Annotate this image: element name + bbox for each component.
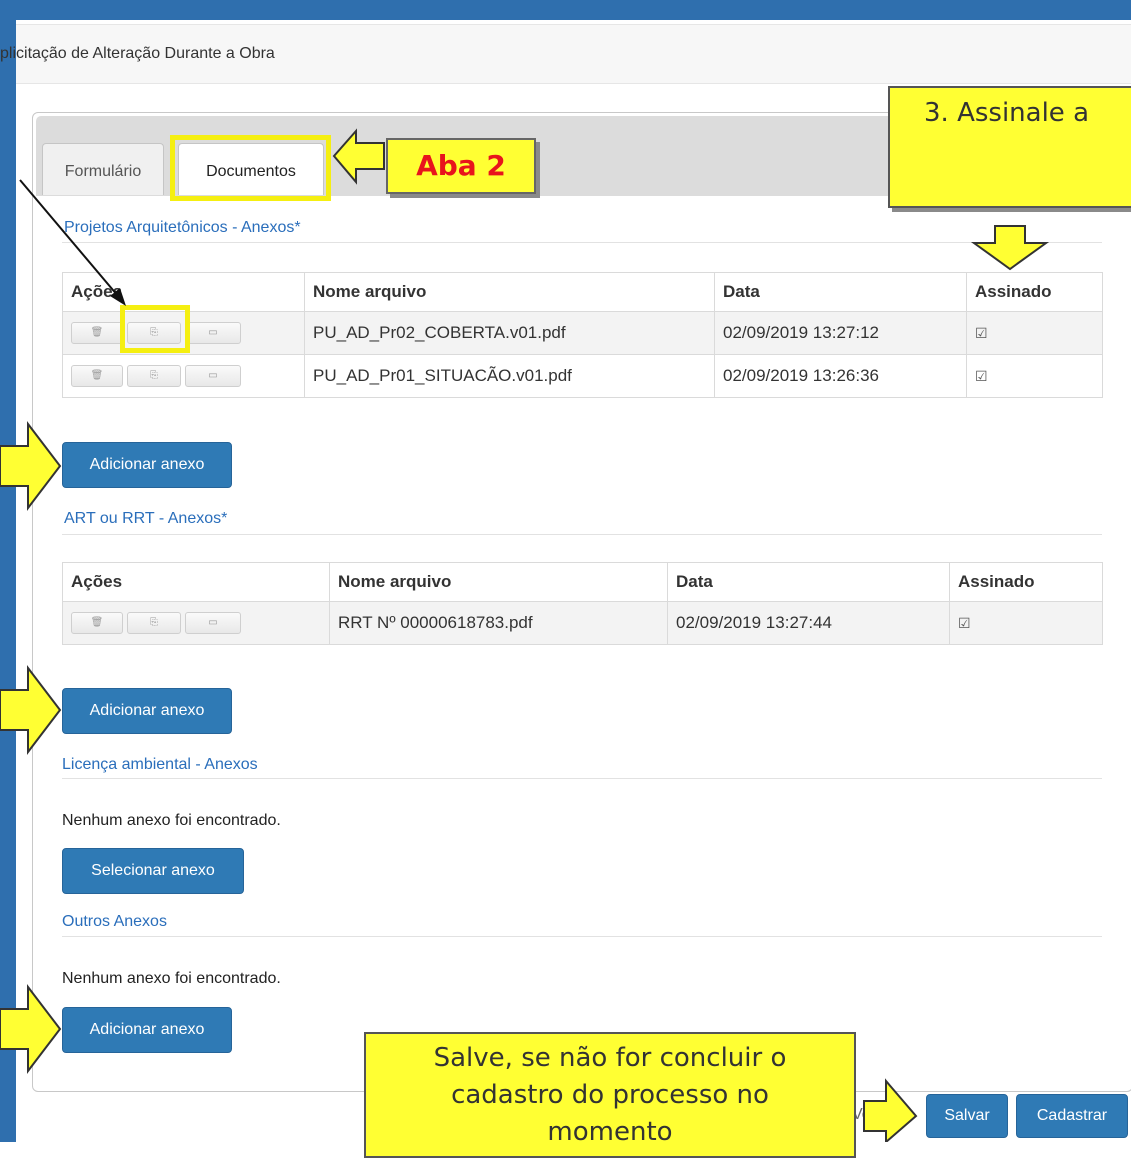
column-header-data: Data	[714, 272, 967, 312]
column-header-nome: Nome arquivo	[329, 562, 668, 602]
table-header-row: Ações Nome arquivo Data Assinado	[62, 272, 1103, 312]
checkbox-checked-icon: ☑	[975, 368, 988, 384]
view-button[interactable]: ▭	[185, 612, 241, 634]
assinado-cell: ☑	[966, 354, 1103, 398]
column-header-data: Data	[667, 562, 950, 602]
tab-formulario[interactable]: Formulário	[42, 143, 164, 195]
aba2-callout: Aba 2	[386, 138, 536, 194]
section-title-art: ART ou RRT - Anexos*	[64, 510, 228, 527]
save-callout-line3: momento	[547, 1117, 673, 1147]
add-attachment-button-outros[interactable]: Adicionar anexo	[62, 1007, 232, 1053]
save-callout: Salve, se não for concluir o cadastro do…	[364, 1032, 856, 1158]
delete-button[interactable]: 🗑	[71, 365, 123, 387]
assinale-text: 3. Assinale a	[924, 98, 1090, 128]
file-date: 02/09/2019 13:27:12	[714, 311, 967, 355]
select-attachment-button-licenca[interactable]: Selecionar anexo	[62, 848, 244, 894]
section-title-licenca: Licença ambiental - Anexos	[62, 756, 258, 773]
add-attachment-button-projetos[interactable]: Adicionar anexo	[62, 442, 232, 488]
view-button[interactable]: ▭	[185, 365, 241, 387]
assinado-cell: ☑	[966, 311, 1103, 355]
delete-button[interactable]: 🗑	[71, 322, 123, 344]
empty-message-outros: Nenhum anexo foi encontrado.	[62, 970, 281, 987]
page-title: plicitação de Alteração Durante a Obra	[0, 45, 275, 62]
section-divider	[62, 936, 1102, 937]
register-button[interactable]: Cadastrar	[1016, 1094, 1128, 1138]
column-header-acoes: Ações	[62, 562, 330, 602]
aba2-text: Aba 2	[416, 149, 506, 182]
sign-document-icon: ⎘	[150, 370, 158, 381]
actions-cell: 🗑 ⎘ ▭	[62, 601, 330, 645]
table-header-row: Ações Nome arquivo Data Assinado	[62, 562, 1103, 602]
file-date: 02/09/2019 13:27:44	[667, 601, 950, 645]
actions-cell: 🗑 ⎘ ▭	[62, 354, 305, 398]
file-name: RRT Nº 00000618783.pdf	[329, 601, 668, 645]
tab-highlight-box	[170, 135, 331, 201]
section-divider	[62, 534, 1102, 535]
window-frame-top	[0, 0, 1131, 20]
file-name: PU_AD_Pr02_COBERTA.v01.pdf	[304, 311, 715, 355]
table-row: 🗑 ⎘ ▭ PU_AD_Pr01_SITUACÃO.v01.pdf 02/09/…	[62, 354, 1103, 398]
table-row: 🗑 ⎘ ▭ PU_AD_Pr02_COBERTA.v01.pdf 02/09/2…	[62, 311, 1103, 355]
sign-button[interactable]: ⎘	[127, 612, 181, 634]
section-title-outros: Outros Anexos	[62, 913, 167, 930]
delete-button[interactable]: 🗑	[71, 612, 123, 634]
art-table: Ações Nome arquivo Data Assinado 🗑 ⎘ ▭ R…	[62, 562, 1103, 645]
column-header-assinado: Assinado	[966, 272, 1103, 312]
table-row: 🗑 ⎘ ▭ RRT Nº 00000618783.pdf 02/09/2019 …	[62, 601, 1103, 645]
trash-icon: 🗑	[90, 327, 104, 338]
save-callout-line1: Salve, se não for concluir o	[433, 1043, 787, 1073]
assinado-cell: ☑	[949, 601, 1103, 645]
section-divider	[62, 242, 1102, 243]
view-icon: ▭	[208, 327, 218, 338]
column-header-assinado: Assinado	[949, 562, 1103, 602]
trash-icon: 🗑	[90, 617, 104, 628]
sign-button-highlight	[120, 305, 190, 353]
window-frame-left	[0, 0, 16, 1142]
save-button[interactable]: Salvar	[926, 1094, 1008, 1138]
sign-button[interactable]: ⎘	[127, 365, 181, 387]
file-name: PU_AD_Pr01_SITUACÃO.v01.pdf	[304, 354, 715, 398]
column-header-nome: Nome arquivo	[304, 272, 715, 312]
sign-document-icon: ⎘	[150, 617, 158, 628]
view-button[interactable]: ▭	[185, 322, 241, 344]
checkbox-checked-icon: ☑	[958, 615, 971, 631]
file-date: 02/09/2019 13:26:36	[714, 354, 967, 398]
projetos-table: Ações Nome arquivo Data Assinado 🗑 ⎘ ▭ P…	[62, 272, 1103, 398]
checkbox-checked-icon: ☑	[975, 325, 988, 341]
assinale-callout: 3. Assinale a	[888, 86, 1131, 208]
add-attachment-button-art[interactable]: Adicionar anexo	[62, 688, 232, 734]
view-icon: ▭	[208, 370, 218, 381]
view-icon: ▭	[208, 617, 218, 628]
section-divider	[62, 778, 1102, 779]
section-title-projetos: Projetos Arquitetônicos - Anexos*	[64, 219, 301, 236]
save-callout-line2: cadastro do processo no	[451, 1080, 769, 1110]
empty-message-licenca: Nenhum anexo foi encontrado.	[62, 812, 281, 829]
trash-icon: 🗑	[90, 370, 104, 381]
